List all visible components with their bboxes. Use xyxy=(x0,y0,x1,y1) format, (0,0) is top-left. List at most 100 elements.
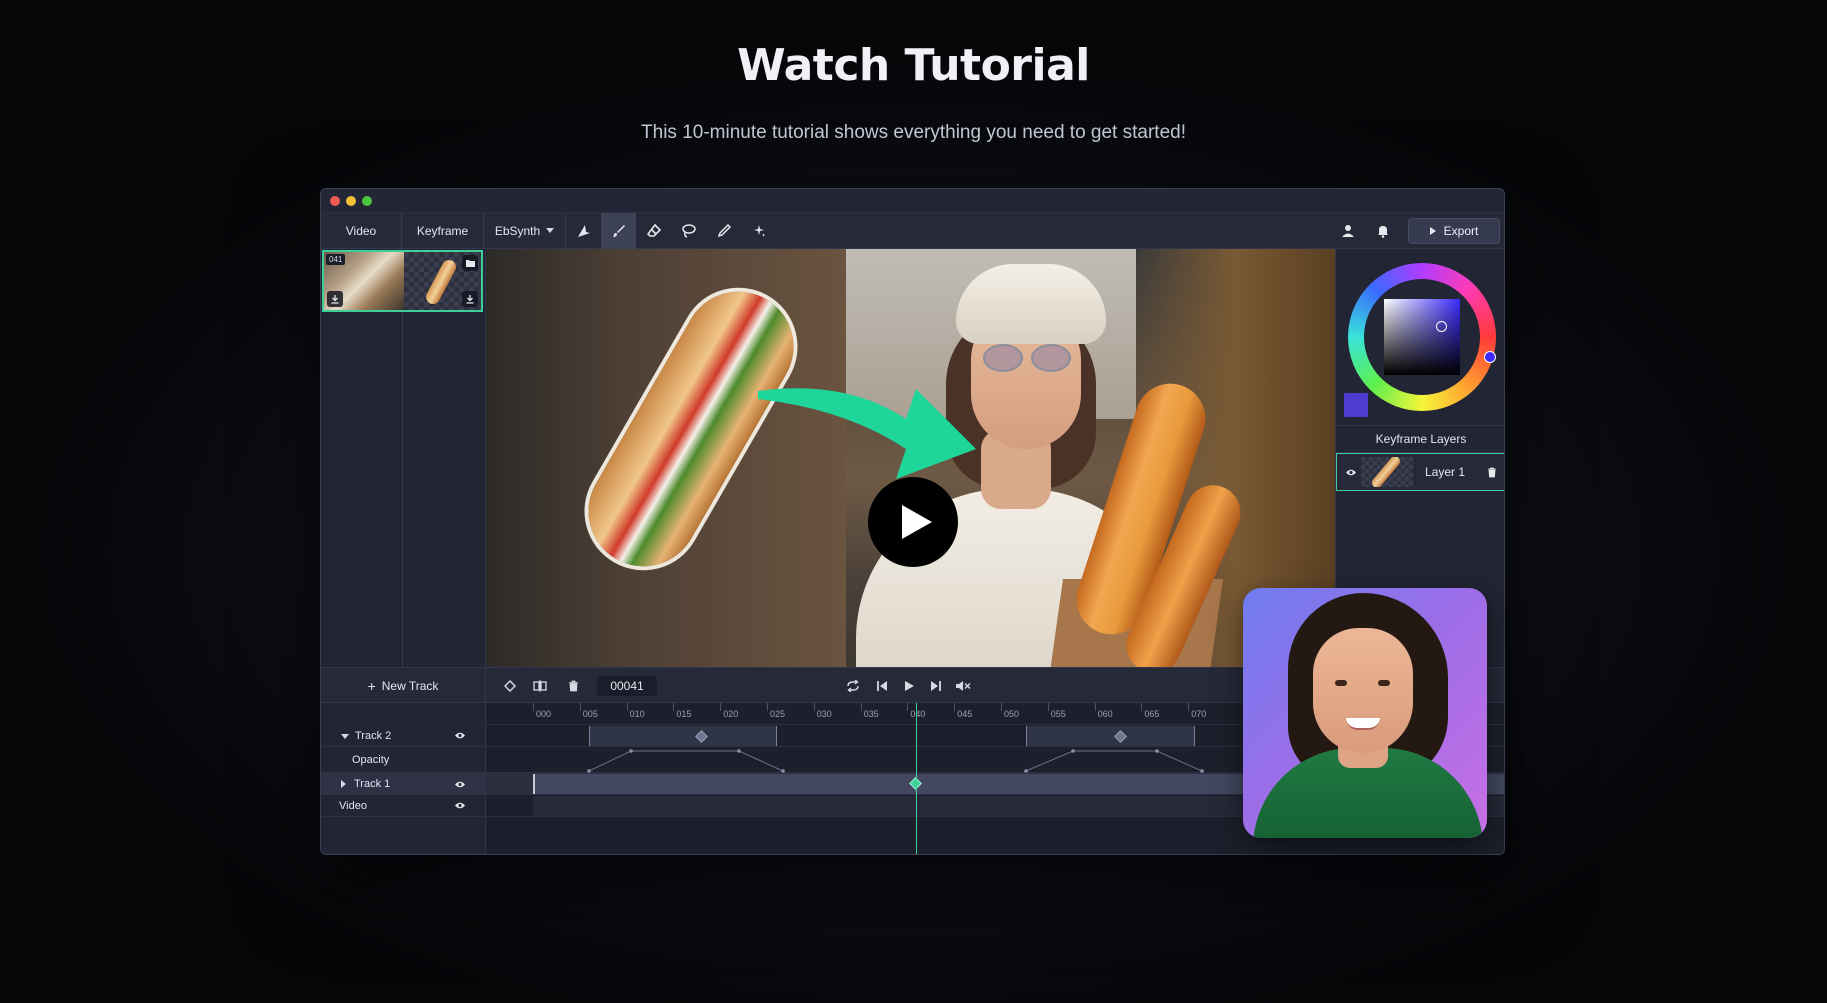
ruler-tick xyxy=(907,703,909,711)
eyedropper-tool-button[interactable] xyxy=(706,213,741,249)
layer-row[interactable]: Layer 1 xyxy=(1336,453,1504,491)
move-tool-button[interactable] xyxy=(566,213,601,249)
play-icon xyxy=(905,681,914,691)
ruler-tick-label: 010 xyxy=(629,709,645,719)
move-icon xyxy=(577,224,590,237)
play-video-button[interactable] xyxy=(868,477,958,567)
magic-wand-icon xyxy=(753,224,765,236)
download-keyframe-button[interactable] xyxy=(462,291,478,307)
ruler-tick xyxy=(1047,703,1049,711)
user-icon xyxy=(1341,224,1354,237)
sunglasses-left xyxy=(983,344,1023,372)
folder-icon xyxy=(465,260,475,267)
video-preview-canvas[interactable] xyxy=(486,249,1335,667)
ebsynth-dropdown[interactable]: EbSynth xyxy=(484,212,566,249)
chevron-down-icon[interactable] xyxy=(341,730,349,742)
ruler-tick-label: 055 xyxy=(1050,709,1066,719)
diamond-icon xyxy=(504,680,516,692)
play-button[interactable] xyxy=(900,677,918,695)
trash-icon xyxy=(1488,467,1496,477)
ebsynth-dropdown-label: EbSynth xyxy=(494,223,541,238)
page-subtitle: This 10-minute tutorial shows everything… xyxy=(641,122,1186,143)
close-window-button[interactable] xyxy=(330,195,340,206)
window-titlebar xyxy=(321,189,1504,213)
playhead[interactable] xyxy=(916,703,917,854)
track-label: Video xyxy=(321,795,486,816)
ruler-tick xyxy=(579,703,581,711)
export-icon xyxy=(1429,226,1436,235)
ruler-tick xyxy=(767,703,768,711)
ruler-tick-label: 045 xyxy=(957,709,973,719)
minimize-window-button[interactable] xyxy=(346,195,356,206)
presenter-webcam xyxy=(1243,588,1487,838)
new-track-button[interactable]: + New Track xyxy=(321,668,486,704)
mute-button[interactable] xyxy=(954,677,972,695)
track-name: Opacity xyxy=(352,753,390,766)
eye-icon[interactable] xyxy=(454,780,466,789)
presenter-eye xyxy=(1378,680,1390,686)
plus-icon: + xyxy=(367,678,376,694)
track-segment[interactable] xyxy=(1026,726,1195,746)
track-segment[interactable] xyxy=(589,726,777,746)
ruler-tick xyxy=(673,703,675,711)
export-button[interactable]: Export xyxy=(1408,217,1500,244)
chevron-right-icon[interactable] xyxy=(341,780,346,788)
current-color-swatch[interactable] xyxy=(1344,393,1368,417)
sandwich-image xyxy=(423,257,459,307)
tab-video[interactable]: Video xyxy=(321,212,402,249)
page-title: Watch Tutorial xyxy=(737,40,1090,91)
tab-keyframe[interactable]: Keyframe xyxy=(402,212,484,249)
hue-picker-handle[interactable] xyxy=(1484,351,1496,363)
new-track-label: New Track xyxy=(381,679,439,693)
loop-icon xyxy=(847,680,859,692)
ruler-tick-label: 035 xyxy=(863,709,879,719)
ruler-tick xyxy=(954,703,956,711)
split-icon xyxy=(533,680,547,692)
keyframe-thumbnail[interactable]: 041 xyxy=(322,250,483,312)
ruler-tick-label: 000 xyxy=(536,709,552,719)
ruler-tick xyxy=(860,703,862,711)
ruler-tick-label: 065 xyxy=(1144,709,1160,719)
open-folder-button[interactable] xyxy=(462,255,478,271)
skip-back-button[interactable] xyxy=(873,677,891,695)
loop-button[interactable] xyxy=(844,677,862,695)
keyframe-layer-thumbnail xyxy=(404,252,481,310)
ruler-tick-label: 070 xyxy=(1191,709,1207,719)
notifications-button[interactable] xyxy=(1365,213,1400,249)
download-frame-button[interactable] xyxy=(327,291,343,307)
magic-wand-tool-button[interactable] xyxy=(741,213,776,249)
eraser-tool-button[interactable] xyxy=(636,213,671,249)
saturation-value-picker[interactable] xyxy=(1384,299,1460,375)
add-keyframe-button[interactable] xyxy=(501,677,519,695)
woman-beret xyxy=(956,264,1106,344)
eraser-icon xyxy=(646,223,661,237)
account-button[interactable] xyxy=(1330,213,1365,249)
keyframe-layers-header: Keyframe Layers xyxy=(1336,425,1504,453)
maximize-window-button[interactable] xyxy=(362,195,372,206)
eye-icon[interactable] xyxy=(454,801,466,810)
sunglasses-right xyxy=(1031,344,1071,372)
eye-icon[interactable] xyxy=(454,731,466,740)
export-label: Export xyxy=(1443,223,1479,238)
layer-name: Layer 1 xyxy=(1425,465,1466,479)
current-frame-field[interactable]: 00041 xyxy=(597,676,657,696)
ruler-tick xyxy=(1001,703,1002,711)
layer-thumbnail-sandwich xyxy=(1369,457,1403,487)
track-name: Track 1 xyxy=(354,778,391,790)
brush-tool-button[interactable] xyxy=(601,212,636,249)
presenter-eye xyxy=(1335,680,1347,686)
ruler-tick-label: 060 xyxy=(1097,709,1113,719)
ruler-tick xyxy=(1188,703,1190,711)
skip-forward-button[interactable] xyxy=(927,677,945,695)
sv-picker-handle[interactable] xyxy=(1436,321,1447,332)
split-button[interactable] xyxy=(531,677,549,695)
delete-track-button[interactable] xyxy=(564,677,582,695)
layer-visibility-toggle[interactable] xyxy=(1345,468,1357,477)
track-label: Track 1 xyxy=(321,773,486,795)
frame-number-badge: 041 xyxy=(326,254,346,265)
eye-icon xyxy=(1346,469,1356,475)
ruler-tick-label: 040 xyxy=(910,709,926,719)
delete-layer-button[interactable] xyxy=(1487,467,1497,478)
lasso-tool-button[interactable] xyxy=(671,213,706,249)
ruler-tick xyxy=(720,703,722,711)
